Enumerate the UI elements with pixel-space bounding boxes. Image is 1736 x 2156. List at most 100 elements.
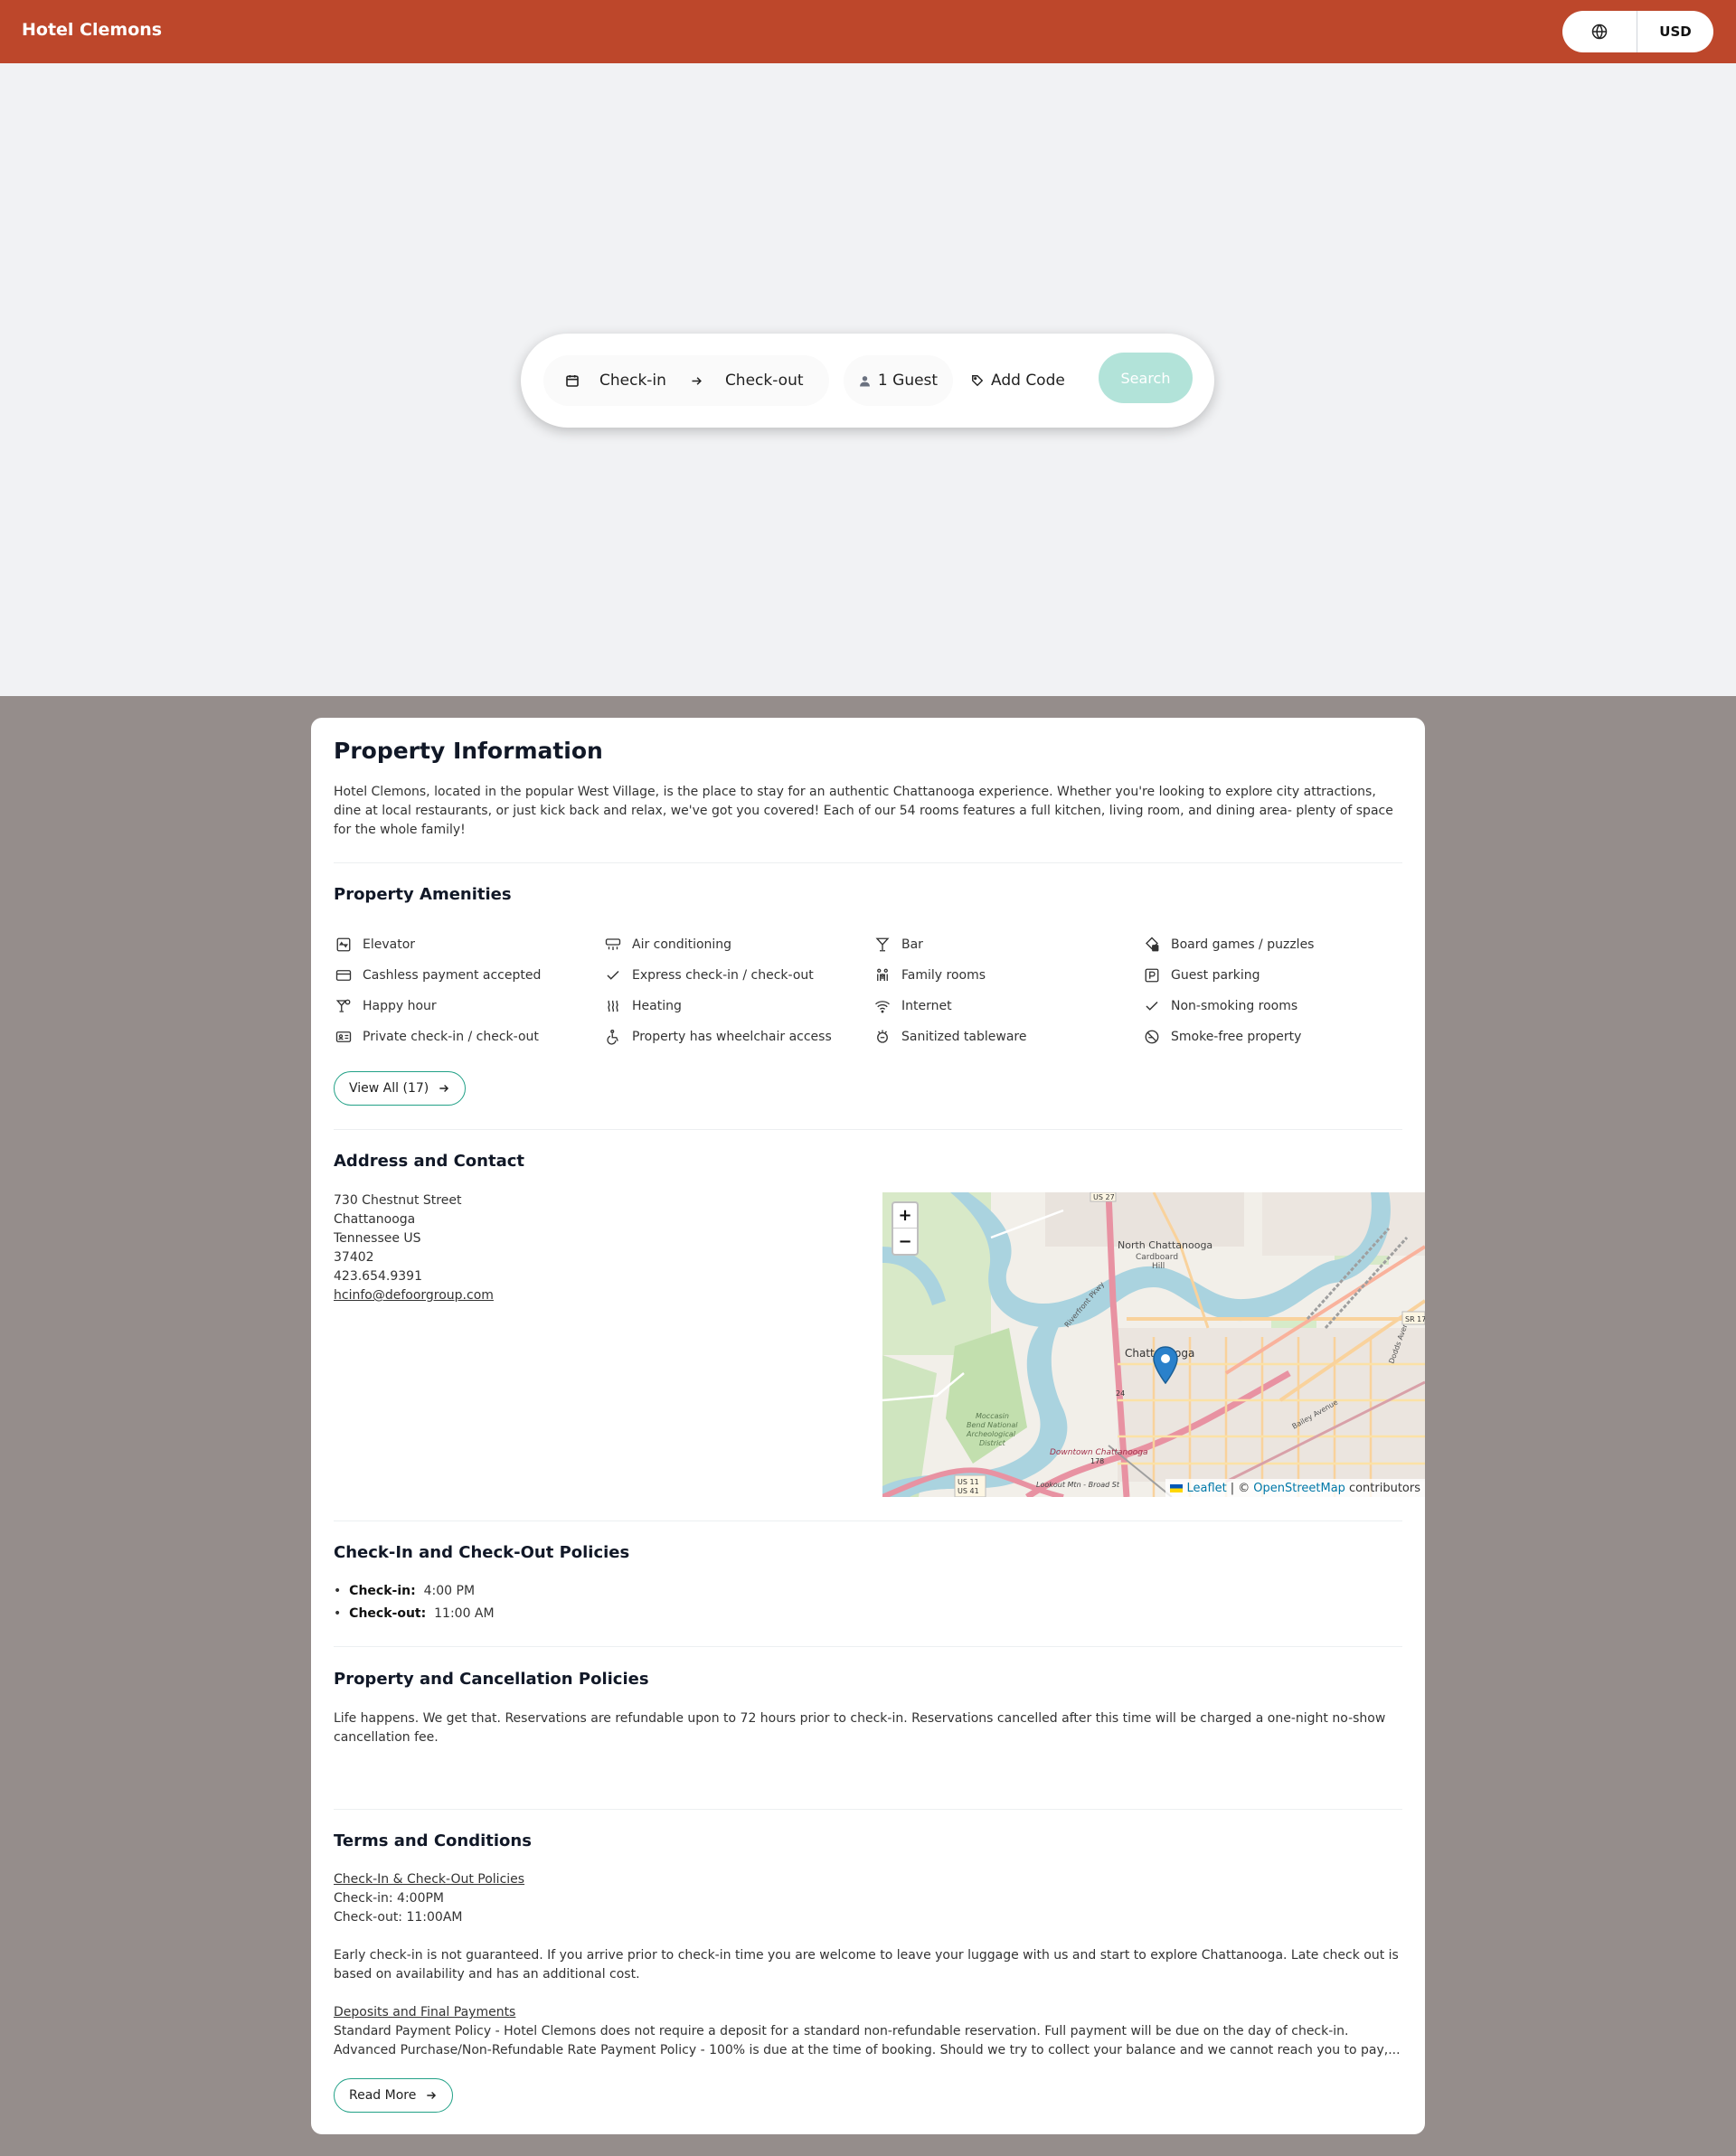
amenity-item: Non-smoking rooms <box>1142 991 1402 1022</box>
check-icon <box>603 965 623 985</box>
checkin-label: Check-in: <box>349 1584 416 1598</box>
phone-number: 423.654.9391 <box>334 1269 422 1284</box>
terms-standard-payment: Standard Payment Policy - Hotel Clemons … <box>334 2024 1349 2038</box>
checkout-time-item: • Check-out: 11:00 AM <box>334 1606 495 1621</box>
property-description: Hotel Clemons, located in the popular We… <box>334 785 1393 837</box>
view-all-label: View All (17) <box>349 1081 429 1096</box>
amenity-item: Property has wheelchair access <box>603 1022 873 1052</box>
amenity-label: Non-smoking rooms <box>1171 999 1298 1013</box>
read-more-button[interactable]: Read More <box>334 2078 454 2113</box>
amenity-item: Smoke-free property <box>1142 1022 1402 1052</box>
happy-hour-icon <box>334 996 354 1016</box>
divider <box>334 862 1402 863</box>
currency-button[interactable]: USD <box>1637 11 1713 52</box>
checkin-value: 4:00 PM <box>423 1584 476 1598</box>
map-pin-icon[interactable] <box>1153 1346 1178 1384</box>
amenity-item: Heating <box>603 991 873 1022</box>
guest-selector[interactable]: 1 Guest <box>844 355 953 406</box>
terms-policies-heading: Check-In & Check-Out Policies <box>334 1872 525 1887</box>
amenity-label: Property has wheelchair access <box>632 1030 832 1044</box>
terms-checkin: Check-in: 4:00PM <box>334 1891 445 1906</box>
checkin-times-list: • Check-in: 4:00 PM • Check-out: 11:00 A… <box>334 1580 495 1625</box>
amenities-title: Property Amenities <box>334 885 512 904</box>
map-label-us41: US 41 <box>958 1487 979 1495</box>
osm-link[interactable]: OpenStreetMap <box>1253 1482 1345 1495</box>
amenity-item: Internet <box>873 991 1142 1022</box>
amenity-item: Private check-in / check-out <box>334 1022 603 1052</box>
amenity-label: Family rooms <box>901 968 986 983</box>
locale-currency-switcher: USD <box>1562 11 1713 52</box>
tag-icon <box>972 375 984 387</box>
zoom-out-button[interactable]: − <box>893 1229 917 1254</box>
ukraine-flag-icon <box>1170 1483 1184 1492</box>
terms-body: Check-In & Check-Out Policies Check-in: … <box>334 1870 1402 2060</box>
amenity-label: Sanitized tableware <box>901 1030 1027 1044</box>
cocktail-icon <box>873 935 892 955</box>
amenity-item: Guest parking <box>1142 960 1402 991</box>
amenity-label: Heating <box>632 999 682 1013</box>
amenity-label: Board games / puzzles <box>1171 937 1315 952</box>
map-label-downtown: Downtown Chattanooga <box>1050 1448 1147 1457</box>
zoom-in-button[interactable]: + <box>893 1203 917 1229</box>
map-attribution: Leaflet | © OpenStreetMap contributors <box>1165 1479 1425 1497</box>
leaflet-link[interactable]: Leaflet <box>1186 1482 1226 1495</box>
map-zoom-controls: + − <box>892 1201 919 1256</box>
guest-count: 1 Guest <box>877 372 939 390</box>
add-code-button[interactable]: Add Code <box>971 355 1065 406</box>
amenities-grid: Elevator Air conditioning Bar Board games /… <box>334 929 1402 1052</box>
check-icon <box>1142 996 1162 1016</box>
hero-section: Check-in Check-out 1 Guest Add Code Sear… <box>0 63 1736 696</box>
amenity-item: Air conditioning <box>603 929 873 960</box>
amenity-label: Smoke-free property <box>1171 1030 1302 1044</box>
read-more-label: Read More <box>349 2088 417 2103</box>
amenity-label: Elevator <box>363 937 416 952</box>
amenity-item: Express check-in / check-out <box>603 960 873 991</box>
check-in-field[interactable]: Check-in <box>599 372 666 390</box>
check-out-field[interactable]: Check-out <box>725 372 804 390</box>
amenity-item: Happy hour <box>334 991 603 1022</box>
street-address: 730 Chestnut Street <box>334 1193 462 1208</box>
amenity-item: Bar <box>873 929 1142 960</box>
map-label-lookout: Lookout Mtn - Broad St <box>1036 1481 1120 1489</box>
search-button[interactable]: Search <box>1099 353 1193 403</box>
amenity-label: Happy hour <box>363 999 437 1013</box>
sanitized-icon <box>873 1027 892 1047</box>
credit-card-icon <box>334 965 354 985</box>
map-label-north-chattanooga: North Chattanooga <box>1118 1239 1212 1251</box>
dice-icon <box>1142 935 1162 955</box>
id-card-icon <box>334 1027 354 1047</box>
elevator-icon <box>334 935 354 955</box>
arrow-right-icon <box>427 2092 437 2099</box>
checkout-label: Check-out: <box>349 1606 427 1621</box>
address-block: 730 Chestnut Street Chattanooga Tennesse… <box>334 1191 494 1305</box>
map-label-us11: US 11 <box>958 1478 979 1486</box>
amenity-label: Bar <box>901 937 923 952</box>
air-conditioning-icon <box>603 935 623 955</box>
heating-icon <box>603 996 623 1016</box>
date-range-picker[interactable]: Check-in Check-out <box>543 355 829 406</box>
language-button[interactable] <box>1562 11 1637 52</box>
amenity-label: Express check-in / check-out <box>632 968 814 983</box>
city: Chattanooga <box>334 1212 416 1227</box>
map-label-moccasin: Moccasin <box>976 1412 1009 1420</box>
amenity-item: Cashless payment accepted <box>334 960 603 991</box>
cancellation-text: Life happens. We get that. Reservations … <box>334 1711 1386 1745</box>
divider <box>334 1129 1402 1130</box>
terms-early-checkin: Early check-in is not guaranteed. If you… <box>334 1948 1399 1982</box>
location-map[interactable]: North Chattanooga Cardboard Hill Chattan… <box>882 1192 1425 1497</box>
amenity-item: Sanitized tableware <box>873 1022 1142 1052</box>
add-code-label: Add Code <box>991 372 1065 390</box>
brand-name[interactable]: Hotel Clemons <box>22 20 162 40</box>
email-link[interactable]: hcinfo@defoorgroup.com <box>334 1288 494 1303</box>
top-nav-bar: Hotel Clemons USD <box>0 0 1736 63</box>
attribution-separator: | © <box>1230 1481 1250 1495</box>
view-all-amenities-button[interactable]: View All (17) <box>334 1071 467 1106</box>
map-tiles: North Chattanooga Cardboard Hill Chattan… <box>882 1192 1425 1497</box>
amenity-label: Air conditioning <box>632 937 732 952</box>
family-icon <box>873 965 892 985</box>
checkin-time-item: • Check-in: 4:00 PM <box>334 1584 476 1598</box>
amenity-item: Family rooms <box>873 960 1142 991</box>
arrow-right-icon <box>690 374 703 388</box>
cancellation-title: Property and Cancellation Policies <box>334 1670 649 1689</box>
wifi-icon <box>873 996 892 1016</box>
